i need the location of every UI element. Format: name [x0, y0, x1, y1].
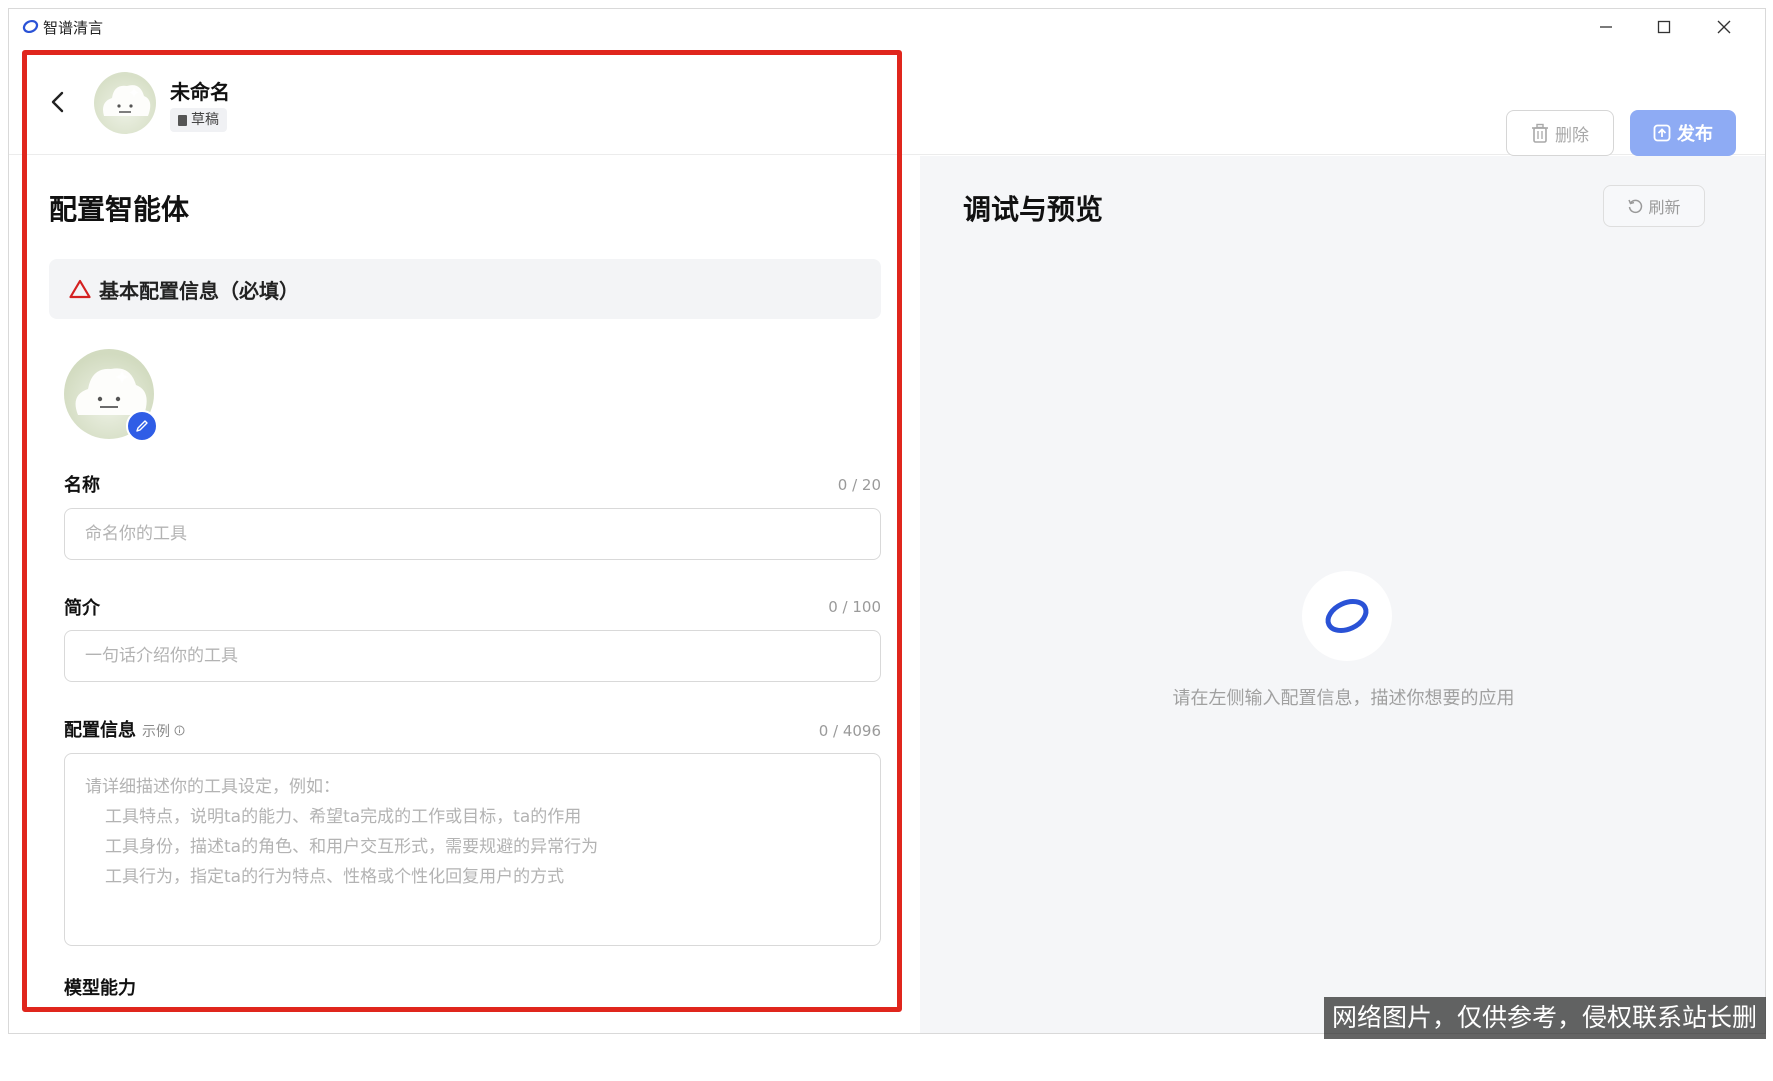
settings-counter: 0 / 4096: [818, 722, 881, 740]
config-title: 配置智能体: [49, 193, 190, 226]
watermark: 网络图片，仅供参考，侵权联系站长删除: [1324, 997, 1766, 1074]
close-icon: [1717, 20, 1731, 34]
name-counter: 0 / 20: [837, 476, 881, 494]
back-arrow-icon[interactable]: [45, 89, 71, 115]
name-input[interactable]: 命名你的工具: [64, 508, 881, 560]
warning-triangle-icon: [69, 279, 91, 299]
status-badge: 草稿: [170, 108, 227, 132]
minimize-button[interactable]: [1577, 9, 1635, 45]
preview-panel: 调试与预览 刷新 请在左侧输入配置信息，描述你想要的应用: [920, 156, 1765, 1033]
app-window: 智谱清言 未命名 草稿 删除 发布 配置智能体 基本配置信息（必填） 名称 0 …: [8, 8, 1766, 1034]
example-link-label: 示例: [142, 724, 170, 740]
name-label: 名称: [64, 475, 100, 496]
maximize-icon: [1657, 20, 1671, 34]
settings-textarea[interactable]: 请详细描述你的工具设定，例如： 工具特点，说明ta的能力、希望ta完成的工作或目…: [64, 753, 881, 946]
status-badge-label: 草稿: [191, 112, 219, 128]
agent-avatar: [94, 72, 156, 134]
preview-title: 调试与预览: [963, 193, 1104, 226]
example-link[interactable]: 示例: [142, 724, 185, 740]
intro-input[interactable]: 一句话介绍你的工具: [64, 630, 881, 682]
publish-button[interactable]: 发布: [1630, 110, 1736, 156]
basic-config-label: 基本配置信息（必填）: [99, 278, 299, 303]
minimize-icon: [1600, 26, 1612, 28]
pencil-icon: [136, 420, 148, 432]
intro-label: 简介: [64, 598, 100, 619]
refresh-button[interactable]: 刷新: [1603, 185, 1705, 227]
refresh-icon: [1628, 199, 1643, 214]
placeholder-line: 工具行为，指定ta的行为特点、性格或个性化回复用户的方式: [105, 867, 565, 887]
edit-avatar-button[interactable]: [126, 410, 158, 442]
delete-button-label: 删除: [1555, 125, 1589, 146]
agent-name: 未命名: [170, 80, 230, 104]
zhipu-logo-icon: [1325, 598, 1369, 634]
delete-button[interactable]: 删除: [1506, 110, 1614, 156]
maximize-button[interactable]: [1635, 9, 1693, 45]
document-icon: [178, 114, 187, 126]
app-logo-icon: [22, 19, 39, 34]
agent-header: 未命名 草稿 删除 发布: [9, 45, 1765, 156]
basic-config-section[interactable]: 基本配置信息（必填）: [49, 259, 881, 319]
refresh-button-label: 刷新: [1648, 198, 1681, 217]
publish-button-label: 发布: [1677, 124, 1713, 145]
placeholder-line: 工具身份，描述ta的角色、和用户交互形式，需要规避的异常行为: [105, 837, 599, 857]
config-panel: 配置智能体 基本配置信息（必填） 名称 0 / 20 命名你的工具 简介 0 /…: [9, 156, 919, 1033]
placeholder-line: 请详细描述你的工具设定，例如：: [85, 777, 340, 797]
empty-state-text: 请在左侧输入配置信息，描述你想要的应用: [1172, 688, 1515, 709]
settings-label-text: 配置信息: [64, 720, 136, 741]
title-bar: 智谱清言: [9, 9, 1765, 45]
placeholder-line: 工具特点，说明ta的能力、希望ta完成的工作或目标，ta的作用: [105, 807, 582, 827]
model-capability-label: 模型能力: [64, 978, 136, 999]
close-window-button[interactable]: [1695, 9, 1753, 45]
cloud-face-icon: [103, 85, 151, 116]
upload-icon: [1653, 124, 1671, 142]
trash-icon: [1532, 123, 1548, 143]
info-icon: [174, 725, 185, 736]
app-title: 智谱清言: [43, 19, 104, 37]
settings-label: 配置信息 示例: [64, 716, 185, 742]
empty-state-logo: [1302, 571, 1392, 661]
intro-counter: 0 / 100: [828, 598, 881, 616]
